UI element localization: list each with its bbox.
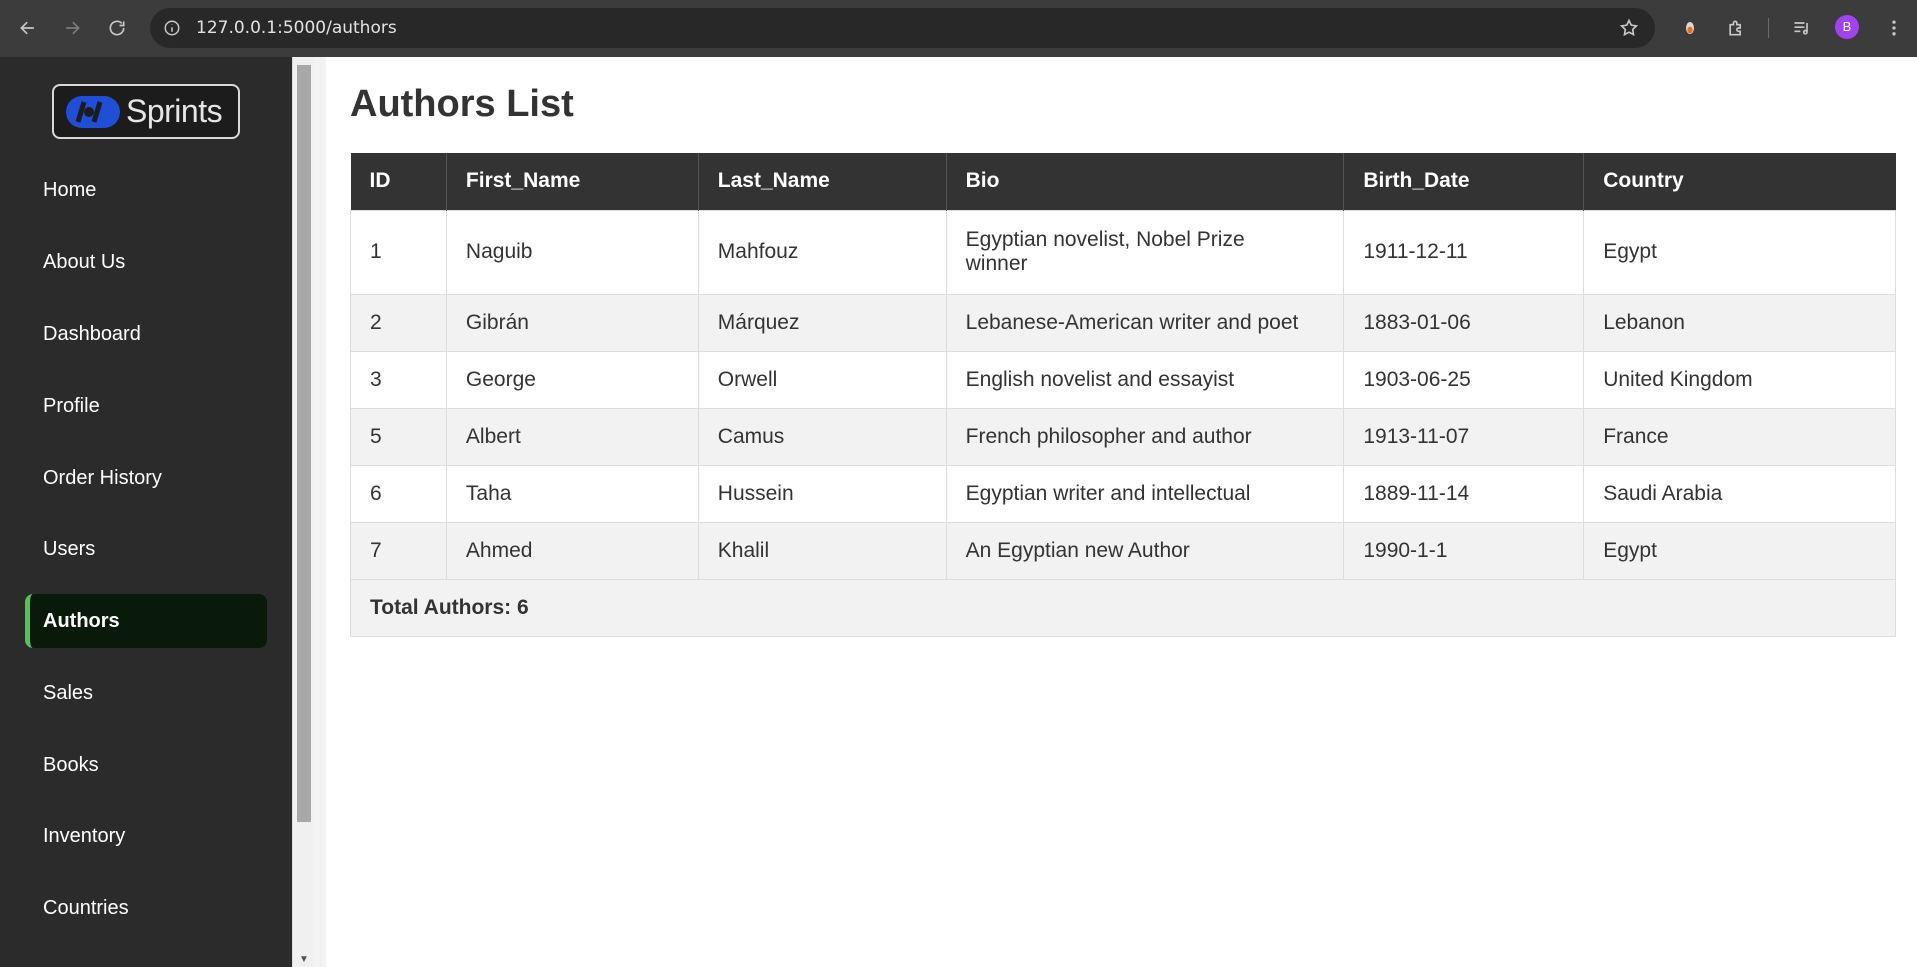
- cell-country: France: [1583, 407, 1896, 466]
- table-total-row: Total Authors: 6: [350, 578, 1896, 637]
- table-row: 3 George Orwell English novelist and ess…: [350, 350, 1896, 409]
- scroll-down-arrow-icon[interactable]: ▼: [298, 955, 310, 965]
- sidebar: Sprints Home About Us Dashboard Profile …: [0, 57, 292, 967]
- cell-country: Egypt: [1583, 209, 1896, 295]
- forward-button[interactable]: [56, 12, 88, 44]
- cell-bio: Egyptian writer and intellectual: [945, 464, 1345, 523]
- puzzle-icon[interactable]: [1722, 14, 1750, 42]
- profile-avatar[interactable]: B: [1835, 15, 1859, 39]
- table-row: 1 Naguib Mahfouz Egyptian novelist, Nobe…: [350, 209, 1896, 295]
- back-button[interactable]: [12, 12, 44, 44]
- cell-last-name: Khalil: [697, 521, 947, 580]
- reload-icon: [109, 20, 125, 36]
- cell-country: United Kingdom: [1583, 350, 1896, 409]
- browser-toolbar: 127.0.0.1:5000/authors B: [0, 0, 1917, 57]
- arrow-left-icon: [20, 21, 34, 35]
- cell-birth-date: 1889-11-14: [1343, 464, 1585, 523]
- cell-first-name: Gibrán: [445, 293, 699, 352]
- cell-birth-date: 1990-1-1: [1343, 521, 1585, 580]
- cell-first-name: Albert: [445, 407, 699, 466]
- cell-id: 3: [350, 350, 447, 409]
- cell-first-name: Naguib: [445, 209, 699, 295]
- column-header-last-name[interactable]: Last_Name: [697, 153, 947, 210]
- sidebar-scrollbar[interactable]: ▼: [292, 57, 314, 967]
- url-text[interactable]: 127.0.0.1:5000/authors: [196, 8, 397, 48]
- toolbar-divider: [1768, 18, 1769, 38]
- cell-bio: Egyptian novelist, Nobel Prize winner: [945, 209, 1345, 295]
- table-row: 2 Gibrán Márquez Lebanese-American write…: [350, 293, 1896, 352]
- cell-birth-date: 1883-01-06: [1343, 293, 1585, 352]
- column-header-country[interactable]: Country: [1583, 153, 1896, 210]
- cell-last-name: Camus: [697, 407, 947, 466]
- cell-first-name: Taha: [445, 464, 699, 523]
- cell-id: 6: [350, 464, 447, 523]
- content-gutter: [314, 57, 326, 967]
- sidebar-item-countries[interactable]: Countries: [25, 881, 267, 935]
- media-queue-icon[interactable]: [1788, 14, 1816, 42]
- cell-id: 2: [350, 293, 447, 352]
- cell-last-name: Mahfouz: [697, 209, 947, 295]
- logo-text: Sprints: [126, 93, 223, 129]
- column-header-first-name[interactable]: First_Name: [445, 153, 699, 210]
- site-info-icon[interactable]: [160, 16, 184, 40]
- table-row: 7 Ahmed Khalil An Egyptian new Author 19…: [350, 521, 1896, 580]
- cell-birth-date: 1903-06-25: [1343, 350, 1585, 409]
- cell-first-name: George: [445, 350, 699, 409]
- cell-country: Lebanon: [1583, 293, 1896, 352]
- cell-bio: English novelist and essayist: [945, 350, 1345, 409]
- main-content: Authors List ID First_Name Last_Name Bio…: [326, 57, 1917, 967]
- column-header-bio[interactable]: Bio: [945, 153, 1344, 210]
- cell-bio: An Egyptian new Author: [945, 521, 1345, 580]
- cell-id: 5: [350, 407, 447, 466]
- sidebar-item-dashboard[interactable]: Dashboard: [25, 307, 267, 361]
- table-row: 6 Taha Hussein Egyptian writer and intel…: [350, 464, 1896, 523]
- sprints-logo[interactable]: Sprints: [52, 84, 240, 139]
- cell-last-name: Orwell: [697, 350, 947, 409]
- sidebar-item-users[interactable]: Users: [25, 522, 267, 576]
- sidebar-item-sales[interactable]: Sales: [25, 666, 267, 720]
- arrow-right-icon: [66, 21, 80, 35]
- bookmark-star-icon[interactable]: [1617, 16, 1641, 40]
- cell-country: Egypt: [1583, 521, 1896, 580]
- cell-birth-date: 1913-11-07: [1343, 407, 1585, 466]
- authors-table: ID First_Name Last_Name Bio Birth_Date C…: [350, 153, 1896, 637]
- cell-last-name: Hussein: [697, 464, 947, 523]
- reload-button[interactable]: [101, 12, 133, 44]
- page-title: Authors List: [350, 83, 574, 125]
- cell-bio: Lebanese-American writer and poet: [945, 293, 1345, 352]
- cell-bio: French philosopher and author: [945, 407, 1345, 466]
- table-header-row: ID First_Name Last_Name Bio Birth_Date C…: [350, 153, 1896, 210]
- sidebar-item-inventory[interactable]: Inventory: [25, 809, 267, 863]
- address-bar[interactable]: 127.0.0.1:5000/authors: [150, 8, 1655, 48]
- column-header-birth-date[interactable]: Birth_Date: [1343, 153, 1584, 210]
- cell-birth-date: 1911-12-11: [1343, 209, 1585, 295]
- scrollbar-thumb[interactable]: [297, 65, 311, 822]
- sprints-logo-mark-icon: [66, 95, 120, 128]
- extension-icon[interactable]: [1676, 14, 1704, 42]
- cell-id: 1: [350, 209, 447, 295]
- more-menu-icon[interactable]: [1880, 14, 1908, 42]
- cell-last-name: Márquez: [697, 293, 947, 352]
- cell-first-name: Ahmed: [445, 521, 699, 580]
- sidebar-item-authors[interactable]: Authors: [25, 594, 267, 648]
- table-row: 5 Albert Camus French philosopher and au…: [350, 407, 1896, 466]
- cell-country: Saudi Arabia: [1583, 464, 1896, 523]
- sidebar-item-home[interactable]: Home: [25, 163, 267, 217]
- sidebar-item-profile[interactable]: Profile: [25, 379, 267, 433]
- sidebar-item-order-history[interactable]: Order History: [25, 451, 267, 505]
- sidebar-item-about-us[interactable]: About Us: [25, 235, 267, 289]
- cell-id: 7: [350, 521, 447, 580]
- total-authors: Total Authors: 6: [350, 578, 1896, 637]
- column-header-id[interactable]: ID: [350, 153, 447, 210]
- sidebar-item-books[interactable]: Books: [25, 738, 267, 792]
